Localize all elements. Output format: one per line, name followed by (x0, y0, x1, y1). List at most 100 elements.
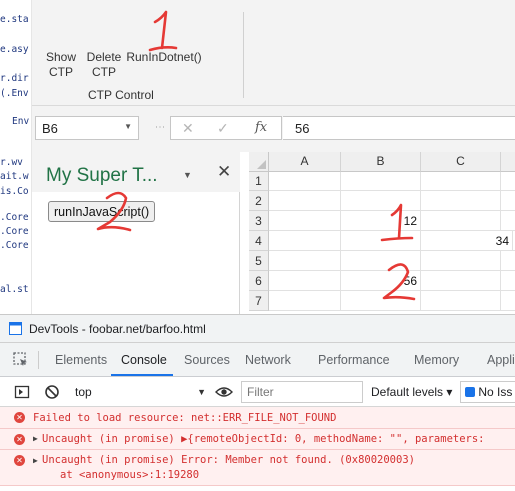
cell-c1[interactable] (421, 172, 501, 191)
code-editor-strip: e.sta e.asy r.dir (.Env Env r.wv ait.w i… (0, 0, 32, 322)
chevron-down-icon[interactable]: ▼ (183, 170, 192, 180)
column-header-a[interactable]: A (269, 152, 341, 172)
cell-c4[interactable]: 34 (421, 231, 513, 251)
tab-sources[interactable]: Sources (184, 353, 230, 367)
issues-button[interactable]: No Iss (460, 381, 515, 403)
cell-a1[interactable] (269, 172, 341, 191)
row-header-7[interactable]: 7 (249, 291, 269, 311)
cell-b3[interactable]: 12 (341, 211, 421, 231)
cell-a2[interactable] (269, 191, 341, 211)
console-stack-line: at <anonymous>:1:19280 (60, 469, 200, 481)
row-header-3[interactable]: 3 (249, 211, 269, 231)
column-header-d[interactable] (501, 152, 515, 172)
context-selector[interactable]: top ▼ (70, 381, 210, 403)
console-message-text: Uncaught (in promise) Error: Member not … (42, 454, 415, 466)
error-icon: ✕ (14, 434, 25, 445)
row-header-6[interactable]: 6 (249, 271, 269, 291)
column-header-c[interactable]: C (421, 152, 501, 172)
chevron-down-icon[interactable]: ▼ (124, 122, 132, 131)
expand-arrow-icon[interactable]: ▶ (33, 434, 38, 443)
active-tab-indicator (111, 374, 173, 376)
show-ctp-label-1: Show (45, 50, 77, 64)
cell-d2[interactable] (501, 191, 515, 211)
context-value: top (75, 385, 92, 399)
cell-d7[interactable] (501, 291, 515, 311)
cell-b1[interactable] (341, 172, 421, 191)
code-line: .Core (0, 212, 29, 223)
tab-application[interactable]: Appli (487, 353, 515, 367)
cell-b7[interactable] (341, 291, 421, 311)
tab-console[interactable]: Console (121, 353, 167, 367)
task-pane-title: My Super T... (46, 165, 158, 186)
tab-separator (38, 351, 39, 369)
cell-a3[interactable] (269, 211, 341, 231)
clear-console-icon[interactable] (44, 384, 60, 400)
cell-a4[interactable] (269, 231, 341, 251)
column-header-b[interactable]: B (341, 152, 421, 172)
delete-ctp-button[interactable]: Delete CTP (84, 50, 124, 80)
row-header-2[interactable]: 2 (249, 191, 269, 211)
select-all-corner[interactable] (249, 152, 269, 172)
spreadsheet-grid[interactable]: A B C 1 2 3 4 5 6 7 12 34 56 (249, 152, 515, 322)
eye-icon[interactable] (215, 385, 233, 399)
console-error-message[interactable]: ✕ ▶ Uncaught (in promise) Error: Member … (0, 450, 515, 486)
run-in-dotnet-label: RunInDotnet() (126, 50, 202, 64)
inspect-element-icon[interactable] (13, 352, 29, 368)
cell-d3[interactable] (501, 211, 515, 231)
devtools-tabbar: Elements Console Sources Network Perform… (0, 343, 515, 377)
tab-performance[interactable]: Performance (318, 353, 390, 367)
devtools-window: DevTools - foobar.net/barfoo.html Elemen… (0, 314, 515, 491)
cell-d6[interactable] (501, 271, 515, 291)
formula-actions: ✕ ✓ fx (170, 116, 282, 140)
row-header-4[interactable]: 4 (249, 231, 269, 251)
close-icon[interactable]: ✕ (217, 162, 231, 182)
name-box-value: B6 (42, 121, 58, 136)
cell-c6[interactable] (421, 271, 501, 291)
code-line: al.st (0, 284, 29, 295)
run-in-javascript-button[interactable]: runInJavaScript() (48, 201, 156, 222)
tab-memory[interactable]: Memory (414, 353, 459, 367)
expand-arrow-icon[interactable]: ▶ (33, 456, 38, 465)
cell-c7[interactable] (421, 291, 501, 311)
tab-elements[interactable]: Elements (55, 353, 107, 367)
code-line: .Core (0, 226, 29, 237)
cell-b2[interactable] (341, 191, 421, 211)
code-line: r.dir (0, 73, 29, 84)
cell-a7[interactable] (269, 291, 341, 311)
cell-d1[interactable] (501, 172, 515, 191)
code-line: is.Co (0, 186, 29, 197)
row-header-1[interactable]: 1 (249, 172, 269, 191)
cell-c2[interactable] (421, 191, 501, 211)
drag-handle-icon[interactable]: ⋮ (154, 122, 165, 131)
console-error-message[interactable]: ✕ ▶ Uncaught (in promise) ▶{remoteObject… (0, 429, 515, 450)
cell-b5[interactable] (341, 251, 421, 271)
function-icon[interactable]: fx (255, 120, 267, 135)
filter-input[interactable] (241, 381, 363, 403)
run-in-dotnet-button[interactable]: RunInDotnet() (125, 50, 203, 65)
cell-b6[interactable]: 56 (341, 271, 421, 291)
cell-c3[interactable] (421, 211, 501, 231)
console-message-text: Uncaught (in promise) ▶{remoteObjectId: … (42, 433, 485, 445)
show-ctp-label-2: CTP (49, 65, 73, 79)
cancel-icon[interactable]: ✕ (182, 120, 194, 137)
cell-d5[interactable] (501, 251, 515, 271)
delete-ctp-label-1: Delete (86, 50, 122, 64)
show-ctp-button[interactable]: Show CTP (42, 50, 80, 80)
cell-c5[interactable] (421, 251, 501, 271)
cell-a6[interactable] (269, 271, 341, 291)
row-header-5[interactable]: 5 (249, 251, 269, 271)
sidebar-toggle-icon[interactable] (14, 384, 30, 400)
cell-b4[interactable] (341, 231, 421, 251)
tab-network[interactable]: Network (245, 353, 291, 367)
delete-ctp-label-2: CTP (92, 65, 116, 79)
code-line: (.Env (0, 88, 29, 99)
enter-icon[interactable]: ✓ (217, 120, 229, 137)
issues-icon (465, 387, 475, 397)
name-box[interactable]: B6 ▼ (35, 116, 139, 140)
devtools-title: DevTools - foobar.net/barfoo.html (29, 322, 206, 336)
console-error-message[interactable]: ✕ Failed to load resource: net::ERR_FILE… (0, 407, 515, 429)
formula-input[interactable]: 56 (283, 116, 515, 140)
cell-a5[interactable] (269, 251, 341, 271)
log-levels-select[interactable]: Default levels ▾ (371, 385, 452, 399)
issues-label: No Iss (478, 385, 513, 399)
